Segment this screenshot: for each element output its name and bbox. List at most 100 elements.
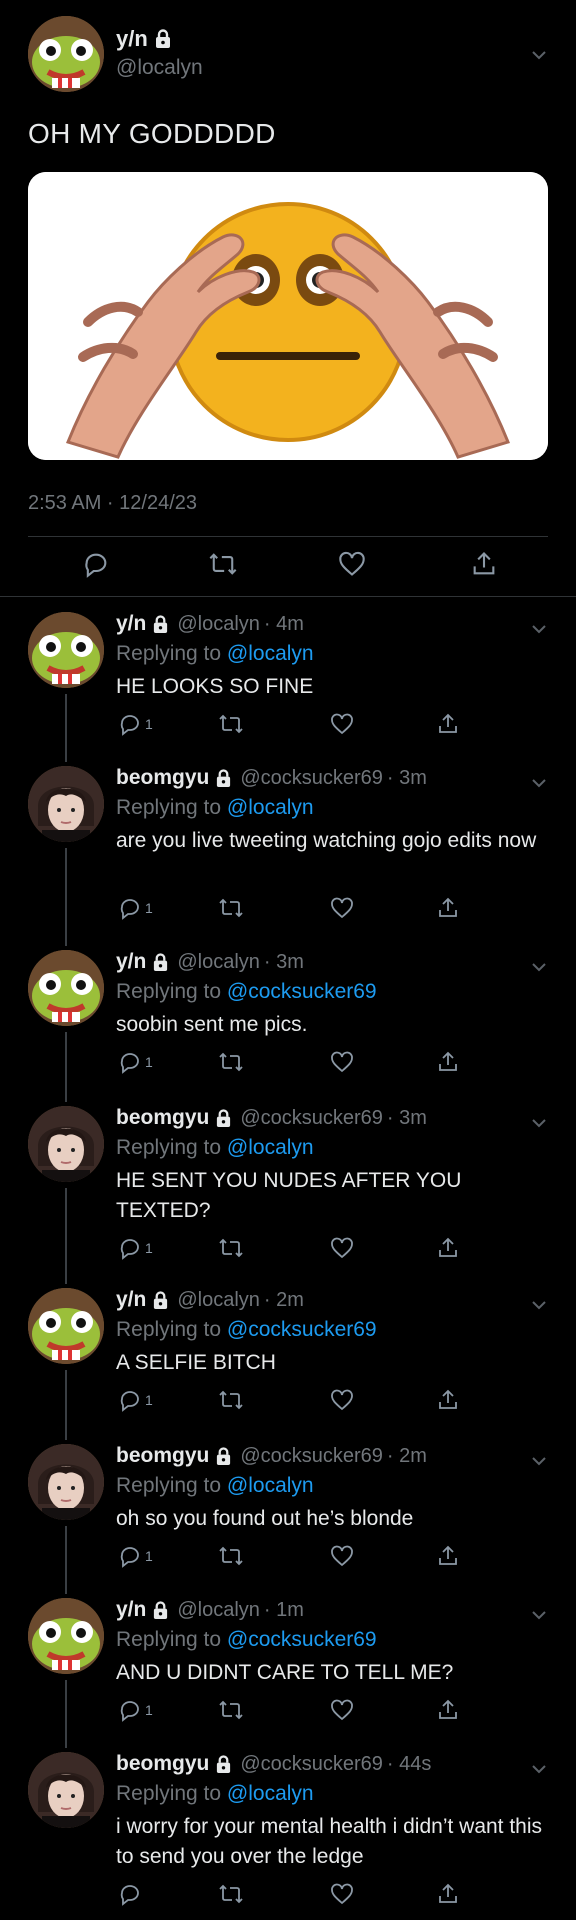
retweet-button[interactable]	[218, 1236, 244, 1260]
like-button[interactable]	[330, 1544, 354, 1568]
retweet-button[interactable]	[218, 1050, 244, 1074]
avatar[interactable]	[28, 16, 104, 92]
replying-to-mention[interactable]: @localyn	[227, 796, 314, 819]
reply-count: 1	[145, 1392, 153, 1408]
display-name[interactable]: beomgyu	[116, 1106, 209, 1130]
reply-button[interactable]	[118, 1882, 145, 1906]
replying-to-mention[interactable]: @cocksucker69	[227, 1628, 377, 1651]
display-name[interactable]: y/n	[116, 612, 146, 636]
like-button[interactable]	[330, 896, 354, 920]
handle[interactable]: @localyn	[177, 1289, 260, 1312]
avatar[interactable]	[28, 950, 104, 1026]
retweet-button[interactable]	[208, 550, 238, 578]
handle[interactable]: @localyn	[177, 1599, 260, 1622]
like-button[interactable]	[338, 550, 366, 578]
like-button[interactable]	[330, 1698, 354, 1722]
avatar[interactable]	[28, 1444, 104, 1520]
handle[interactable]: @cocksucker69	[240, 1445, 383, 1468]
handle[interactable]: @cocksucker69	[240, 1107, 383, 1130]
share-button[interactable]	[436, 712, 460, 736]
tweet-timestamp[interactable]: 2:53 AM · 12/24/23	[28, 492, 197, 515]
chevron-down-icon[interactable]	[530, 46, 548, 64]
share-button[interactable]	[436, 1236, 460, 1260]
handle[interactable]: @cocksucker69	[240, 1753, 383, 1776]
avatar[interactable]	[28, 1106, 104, 1182]
like-button[interactable]	[330, 1050, 354, 1074]
chevron-down-icon[interactable]	[530, 1296, 548, 1314]
handle[interactable]: @localyn	[116, 56, 203, 80]
share-button[interactable]	[436, 896, 460, 920]
frog-avatar-icon	[28, 16, 104, 92]
retweet-button[interactable]	[218, 1388, 244, 1412]
chevron-down-icon[interactable]	[530, 1452, 548, 1470]
reply-time: · 1m	[263, 1598, 304, 1621]
share-button[interactable]	[436, 1698, 460, 1722]
retweet-button[interactable]	[218, 896, 244, 920]
replying-prefix: Replying to	[116, 1136, 227, 1159]
display-name[interactable]: beomgyu	[116, 1444, 209, 1468]
reply-button[interactable]: 1	[118, 1698, 153, 1722]
reply-button[interactable]: 1	[118, 712, 153, 736]
reply-time: · 3m	[263, 950, 304, 973]
reply-button[interactable]	[82, 550, 110, 578]
share-button[interactable]	[436, 1050, 460, 1074]
replying-prefix: Replying to	[116, 1318, 227, 1341]
chevron-down-icon[interactable]	[530, 620, 548, 638]
handle[interactable]: @localyn	[177, 951, 260, 974]
like-button[interactable]	[330, 1388, 354, 1412]
retweet-button[interactable]	[218, 1698, 244, 1722]
retweet-button[interactable]	[218, 712, 244, 736]
handle[interactable]: @localyn	[177, 613, 260, 636]
tweet-media-image[interactable]	[28, 172, 548, 460]
replying-to: Replying to @localyn	[116, 796, 314, 820]
like-button[interactable]	[330, 712, 354, 736]
replying-to-mention[interactable]: @localyn	[227, 1782, 314, 1805]
chevron-down-icon[interactable]	[530, 958, 548, 976]
display-name[interactable]: beomgyu	[116, 1752, 209, 1776]
avatar[interactable]	[28, 1752, 104, 1828]
chevron-down-icon[interactable]	[530, 1606, 548, 1624]
display-name[interactable]: beomgyu	[116, 766, 209, 790]
share-button[interactable]	[436, 1388, 460, 1412]
retweet-icon	[219, 1238, 243, 1258]
heart-icon	[331, 1545, 353, 1567]
share-button[interactable]	[436, 1544, 460, 1568]
avatar[interactable]	[28, 1598, 104, 1674]
handle[interactable]: @cocksucker69	[240, 767, 383, 790]
retweet-button[interactable]	[218, 1882, 244, 1906]
replying-to-mention[interactable]: @localyn	[227, 1136, 314, 1159]
reply-button[interactable]: 1	[118, 896, 153, 920]
avatar[interactable]	[28, 612, 104, 688]
reply-action-bar: 1	[0, 1388, 576, 1418]
share-button[interactable]	[470, 550, 498, 578]
like-button[interactable]	[330, 1236, 354, 1260]
share-button[interactable]	[436, 1882, 460, 1906]
share-icon	[439, 1051, 457, 1071]
replying-to-mention[interactable]: @cocksucker69	[227, 980, 377, 1003]
reply-button[interactable]: 1	[118, 1544, 153, 1568]
chevron-down-icon[interactable]	[530, 1114, 548, 1132]
replying-to-mention[interactable]: @localyn	[227, 642, 314, 665]
retweet-icon	[219, 1546, 243, 1566]
chevron-down-icon[interactable]	[530, 774, 548, 792]
reply-button[interactable]: 1	[118, 1236, 153, 1260]
like-button[interactable]	[330, 1882, 354, 1906]
display-name[interactable]: y/n	[116, 26, 148, 52]
reply-header: y/n @localyn · 4m	[116, 612, 304, 636]
replying-to-mention[interactable]: @localyn	[227, 1474, 314, 1497]
avatar[interactable]	[28, 766, 104, 842]
display-name[interactable]: y/n	[116, 1288, 146, 1312]
retweet-button[interactable]	[218, 1544, 244, 1568]
replying-to-mention[interactable]: @cocksucker69	[227, 1318, 377, 1341]
lock-icon	[154, 1290, 168, 1309]
heart-icon	[331, 713, 353, 735]
reply-button[interactable]: 1	[118, 1388, 153, 1412]
avatar[interactable]	[28, 1288, 104, 1364]
chevron-down-icon[interactable]	[530, 1760, 548, 1778]
display-name[interactable]: y/n	[116, 950, 146, 974]
share-icon	[439, 897, 457, 917]
reply-button[interactable]: 1	[118, 1050, 153, 1074]
share-icon	[439, 1545, 457, 1565]
tweet-text: OH MY GODDDDD	[28, 118, 276, 149]
display-name[interactable]: y/n	[116, 1598, 146, 1622]
